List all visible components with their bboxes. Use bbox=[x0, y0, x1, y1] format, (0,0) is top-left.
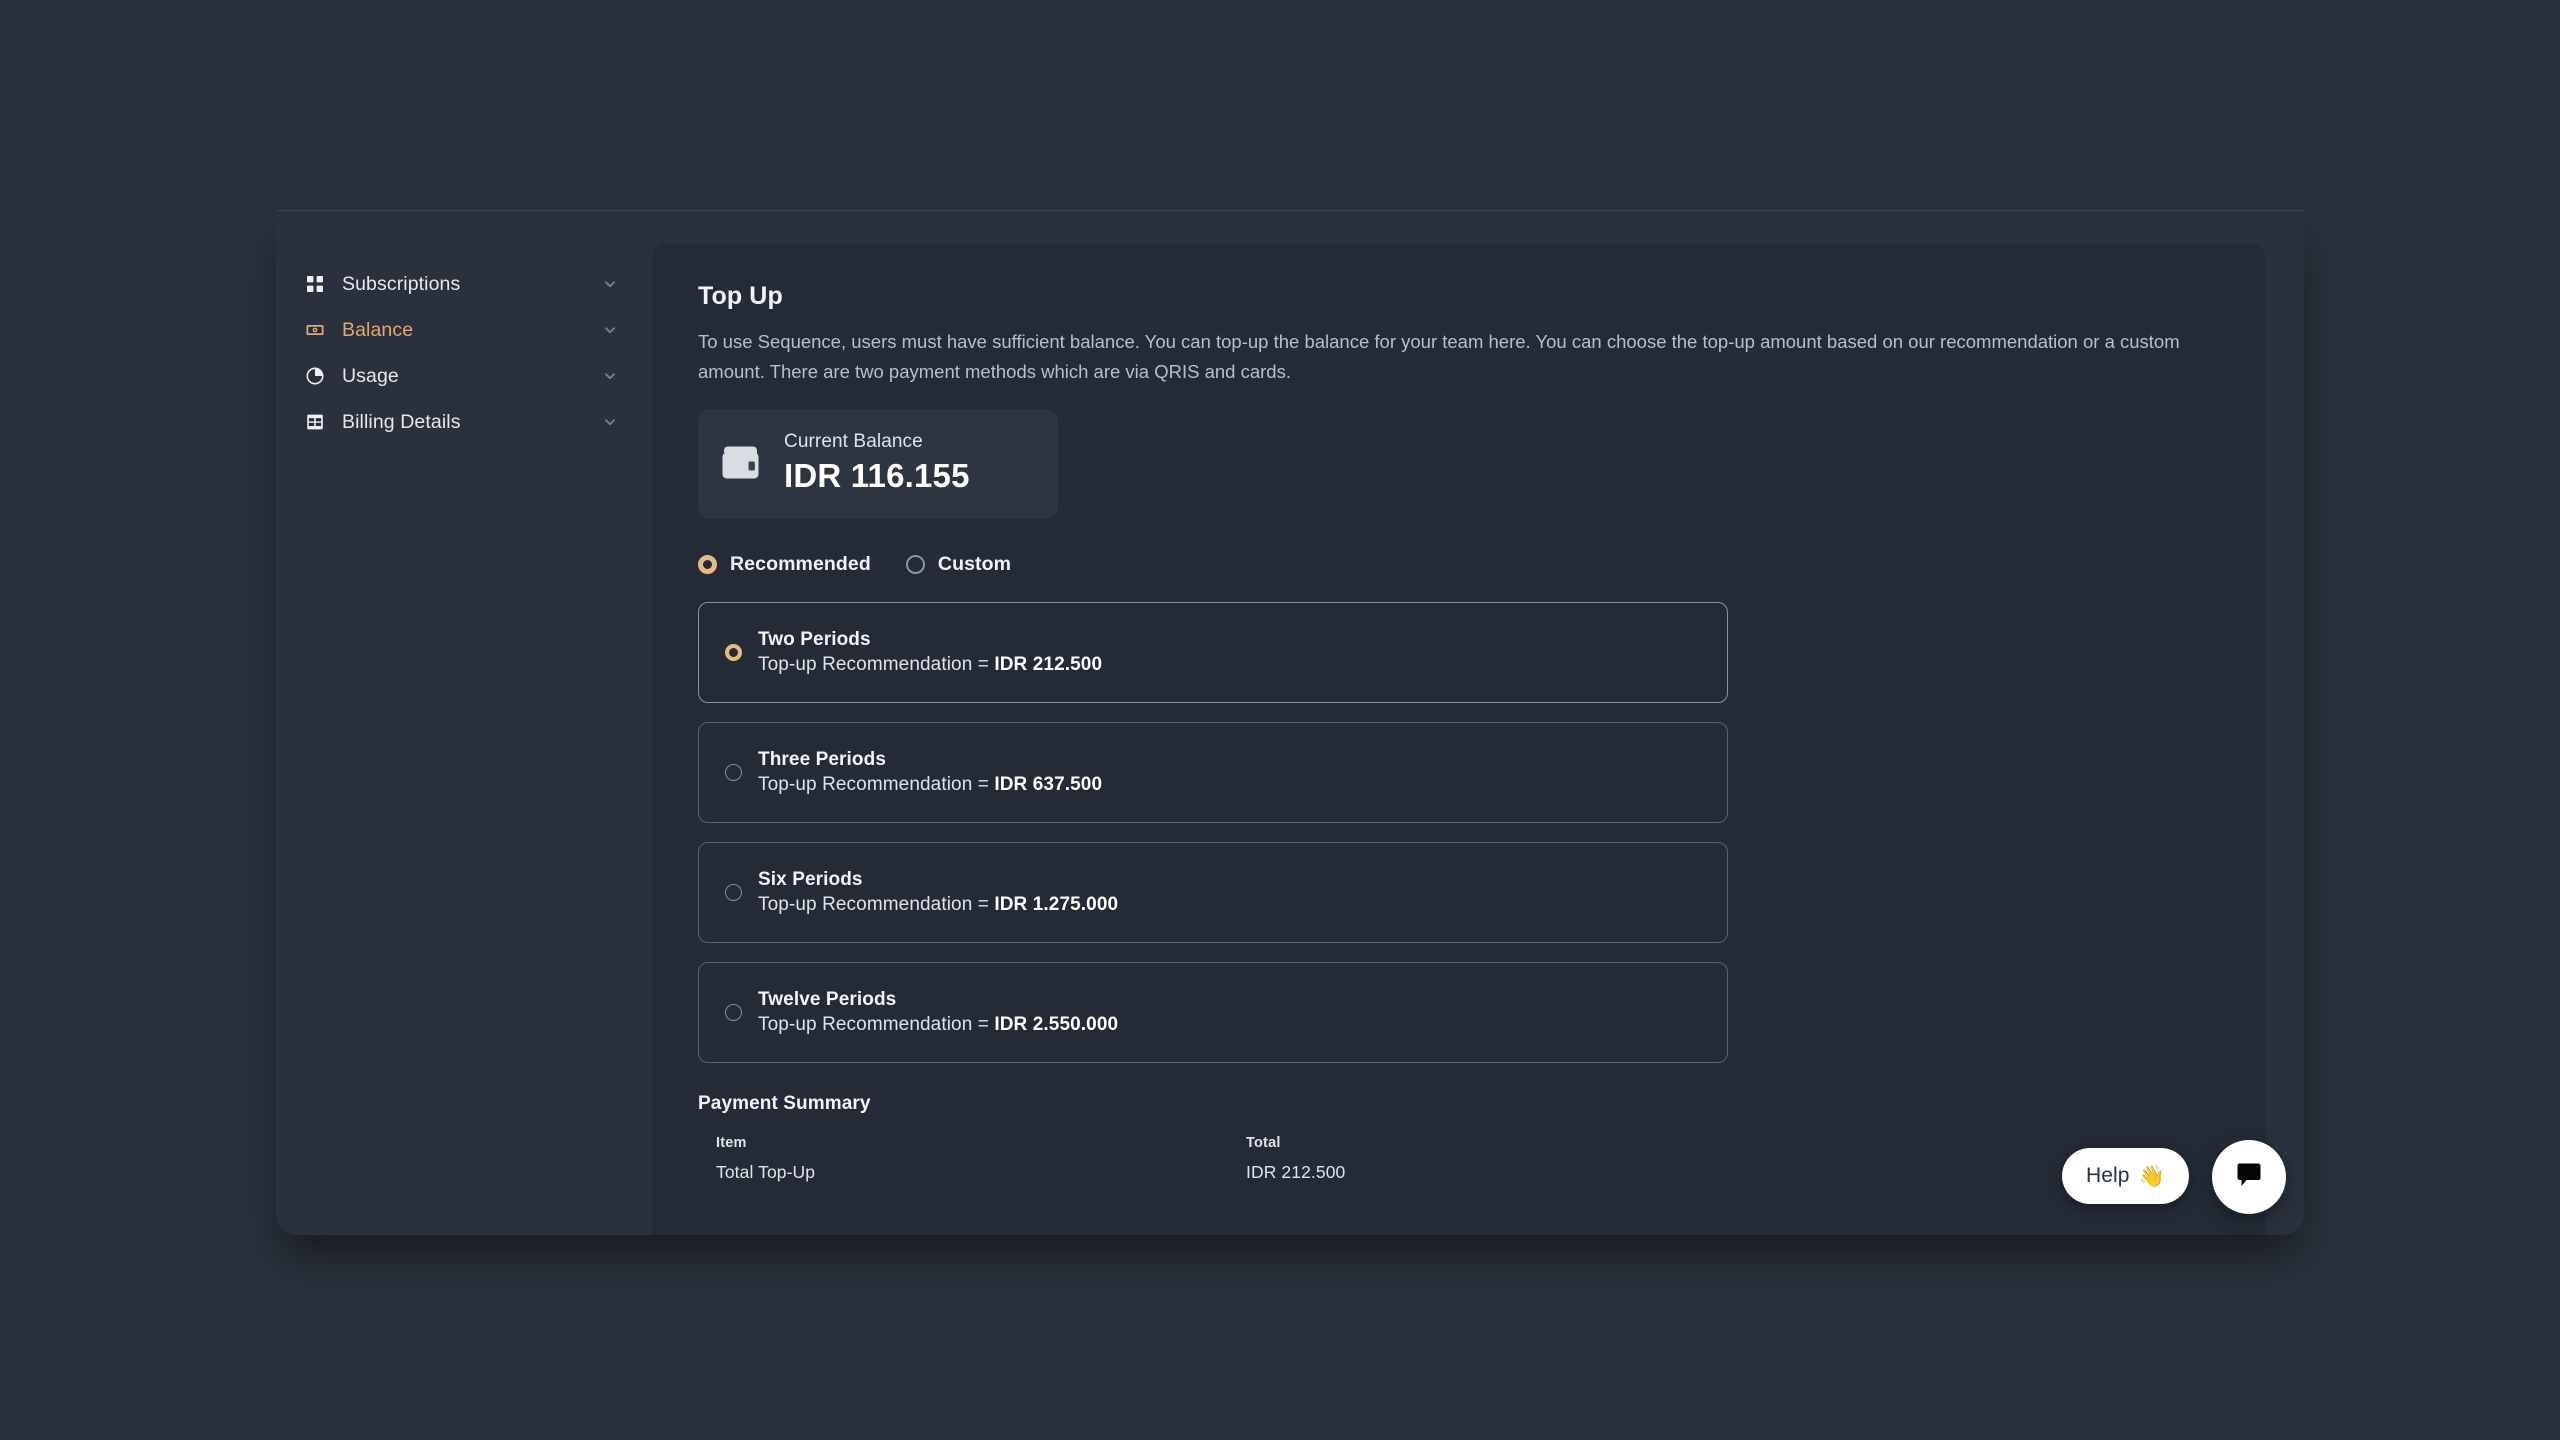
topup-option-two-periods[interactable]: Two Periods Top-up Recommendation = IDR … bbox=[698, 601, 1728, 703]
option-recommendation: Top-up Recommendation = IDR 637.500 bbox=[758, 774, 1102, 796]
chevron-down-icon[interactable] bbox=[602, 368, 618, 384]
topup-mode-radio-group: Recommended Custom bbox=[698, 553, 2220, 576]
option-title: Six Periods bbox=[758, 868, 863, 890]
radio-two-periods[interactable] bbox=[725, 643, 742, 661]
option-recommendation: Top-up Recommendation = IDR 2.550.000 bbox=[758, 1014, 1118, 1036]
mode-option-label: Custom bbox=[937, 552, 1012, 575]
waving-hand-icon: 👋 bbox=[2138, 1164, 2165, 1188]
table-header-row: Item Total bbox=[716, 1129, 1728, 1158]
payment-summary-title: Payment Summary bbox=[698, 1092, 871, 1114]
sidebar-item-usage[interactable]: Usage bbox=[276, 353, 652, 399]
help-button[interactable]: Help 👋 bbox=[2062, 1148, 2189, 1204]
column-header-total: Total bbox=[1246, 1135, 1281, 1152]
topup-option-six-periods[interactable]: Six Periods Top-up Recommendation = IDR … bbox=[698, 841, 1728, 943]
radio-recommended[interactable] bbox=[698, 554, 717, 574]
chat-bubble-icon bbox=[2233, 1159, 2265, 1196]
option-title: Three Periods bbox=[758, 748, 887, 770]
chevron-down-icon[interactable] bbox=[602, 276, 618, 292]
recommendation-prefix: Top-up Recommendation = bbox=[758, 1013, 995, 1035]
radio-twelve-periods[interactable] bbox=[725, 1003, 742, 1021]
option-title: Two Periods bbox=[758, 628, 871, 650]
page-title: Top Up bbox=[698, 282, 783, 310]
radio-custom[interactable] bbox=[905, 554, 925, 574]
recommendation-prefix: Top-up Recommendation = bbox=[758, 893, 995, 915]
radio-six-periods[interactable] bbox=[725, 883, 742, 901]
sidebar-item-balance[interactable]: Balance bbox=[276, 307, 652, 353]
pie-chart-icon bbox=[304, 365, 326, 387]
balance-label: Current Balance bbox=[784, 430, 923, 452]
option-amount: IDR 2.550.000 bbox=[994, 1013, 1119, 1035]
topup-option-three-periods[interactable]: Three Periods Top-up Recommendation = ID… bbox=[698, 721, 1728, 823]
table-row: Total Top-Up IDR 212.500 bbox=[716, 1158, 1728, 1187]
sidebar: Subscriptions Balance Usage Billing Deta… bbox=[276, 211, 652, 1235]
radio-three-periods[interactable] bbox=[725, 763, 742, 781]
mode-option-custom[interactable]: Custom bbox=[905, 552, 1012, 576]
option-amount: IDR 212.500 bbox=[994, 653, 1103, 675]
balance-value: IDR 116.155 bbox=[784, 456, 970, 494]
row-item-total: IDR 212.500 bbox=[1246, 1161, 1346, 1182]
chat-launcher-button[interactable] bbox=[2212, 1140, 2286, 1214]
grid-icon bbox=[304, 273, 326, 295]
recommendation-prefix: Top-up Recommendation = bbox=[758, 653, 995, 675]
recommendation-prefix: Top-up Recommendation = bbox=[758, 773, 995, 795]
sidebar-item-label: Billing Details bbox=[342, 410, 461, 433]
payment-summary: Payment Summary Item Total Total Top-Up … bbox=[698, 1093, 1728, 1187]
sidebar-item-billing-details[interactable]: Billing Details bbox=[276, 399, 652, 445]
mode-option-recommended[interactable]: Recommended bbox=[698, 553, 871, 576]
row-item-label: Total Top-Up bbox=[716, 1161, 816, 1182]
option-amount: IDR 637.500 bbox=[994, 773, 1103, 795]
page-description: To use Sequence, users must have suffici… bbox=[698, 331, 2180, 382]
chevron-down-icon[interactable] bbox=[602, 322, 618, 338]
banknote-icon bbox=[304, 319, 326, 341]
mode-option-label: Recommended bbox=[730, 552, 871, 575]
app-viewport: Subscriptions Balance Usage Billing Deta… bbox=[276, 210, 2304, 1235]
payment-summary-table: Item Total Total Top-Up IDR 212.500 bbox=[698, 1129, 1728, 1187]
wallet-icon bbox=[720, 444, 762, 482]
current-balance-card: Current Balance IDR 116.155 bbox=[698, 408, 1058, 519]
chevron-down-icon[interactable] bbox=[602, 414, 618, 430]
column-header-item: Item bbox=[716, 1135, 747, 1152]
sidebar-item-label: Balance bbox=[342, 318, 414, 341]
help-button-label: Help bbox=[2086, 1164, 2130, 1187]
option-recommendation: Top-up Recommendation = IDR 1.275.000 bbox=[758, 894, 1118, 916]
topup-option-twelve-periods[interactable]: Twelve Periods Top-up Recommendation = I… bbox=[698, 961, 1728, 1063]
top-up-panel: Top Up To use Sequence, users must have … bbox=[652, 244, 2266, 1235]
sidebar-item-subscriptions[interactable]: Subscriptions bbox=[276, 261, 652, 307]
sidebar-item-label: Subscriptions bbox=[342, 272, 461, 295]
option-title: Twelve Periods bbox=[758, 988, 897, 1010]
option-amount: IDR 1.275.000 bbox=[994, 893, 1119, 915]
option-recommendation: Top-up Recommendation = IDR 212.500 bbox=[758, 654, 1102, 676]
topup-options-list: Two Periods Top-up Recommendation = IDR … bbox=[698, 601, 1728, 1063]
table-icon bbox=[304, 411, 326, 433]
sidebar-item-label: Usage bbox=[342, 364, 399, 387]
